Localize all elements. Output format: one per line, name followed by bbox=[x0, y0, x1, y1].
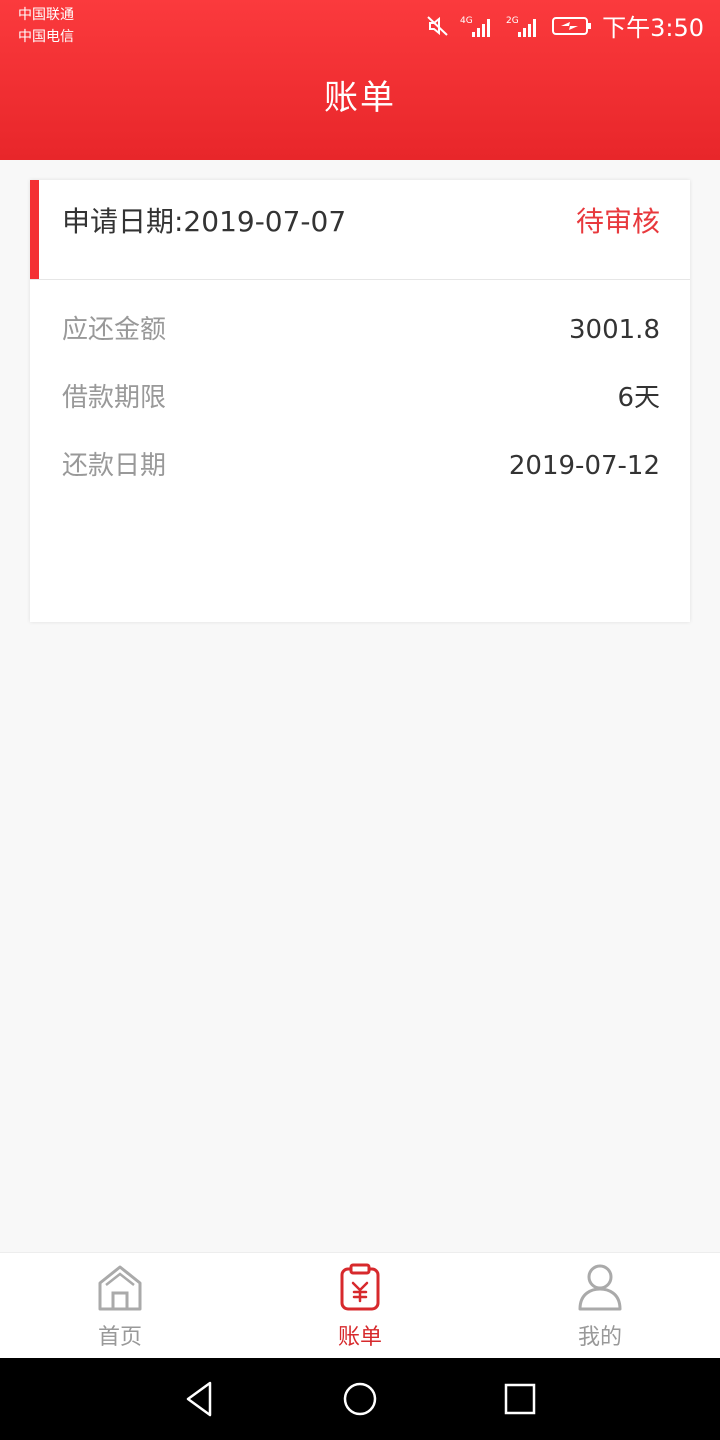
detail-row-due-date: 还款日期 2019-07-12 bbox=[62, 446, 660, 486]
tab-label: 账单 bbox=[337, 1325, 382, 1350]
detail-row-term: 借款期限 6天 bbox=[62, 378, 660, 418]
bottom-tab-bar: 首页 账单 我的 bbox=[0, 1252, 720, 1358]
home-circle-icon[interactable] bbox=[340, 1379, 380, 1419]
recents-icon[interactable] bbox=[500, 1379, 540, 1419]
carrier-info: 中国联通 中国电信 bbox=[18, 4, 74, 48]
apply-date: 申请日期:2019-07-07 bbox=[62, 205, 347, 238]
detail-label: 借款期限 bbox=[62, 383, 167, 413]
signal-4g-icon: 4G bbox=[460, 16, 491, 37]
bill-card[interactable]: 申请日期:2019-07-07 待审核 应还金额 3001.8 借款期限 6天 … bbox=[30, 180, 690, 622]
tab-bill[interactable]: 账单 bbox=[240, 1253, 480, 1359]
detail-value: 2019-07-12 bbox=[508, 451, 660, 481]
bill-icon bbox=[340, 1263, 380, 1311]
mute-icon bbox=[427, 15, 448, 36]
detail-label: 还款日期 bbox=[62, 451, 167, 481]
carrier-2: 中国电信 bbox=[18, 29, 74, 45]
page-title: 账单 bbox=[324, 78, 396, 118]
card-accent-bar bbox=[30, 180, 39, 279]
app-header: 中国联通 中国电信 4G 2G 下午3:50 账单 bbox=[0, 0, 720, 160]
detail-value: 6天 bbox=[617, 383, 660, 413]
system-nav-bar bbox=[0, 1358, 720, 1440]
tab-label: 首页 bbox=[97, 1325, 142, 1350]
bill-card-header: 申请日期:2019-07-07 待审核 bbox=[30, 180, 690, 280]
detail-value: 3001.8 bbox=[569, 315, 660, 345]
net-label-4g: 4G bbox=[460, 16, 473, 26]
net-label-2g: 2G bbox=[506, 16, 519, 26]
tab-mine[interactable]: 我的 bbox=[480, 1253, 720, 1359]
tab-label: 我的 bbox=[577, 1325, 622, 1350]
back-icon[interactable] bbox=[180, 1379, 220, 1419]
detail-row-amount: 应还金额 3001.8 bbox=[62, 310, 660, 350]
home-icon bbox=[98, 1265, 142, 1311]
signal-2g-icon: 2G bbox=[506, 16, 537, 37]
carrier-1: 中国联通 bbox=[18, 7, 74, 23]
status-icons: 4G 2G 下午3:50 bbox=[426, 8, 704, 43]
detail-label: 应还金额 bbox=[62, 315, 167, 345]
status-time: 下午3:50 bbox=[602, 14, 704, 42]
battery-charging-icon bbox=[552, 16, 592, 35]
tab-home[interactable]: 首页 bbox=[0, 1253, 240, 1359]
status-badge: 待审核 bbox=[575, 205, 660, 238]
user-icon bbox=[578, 1264, 622, 1311]
